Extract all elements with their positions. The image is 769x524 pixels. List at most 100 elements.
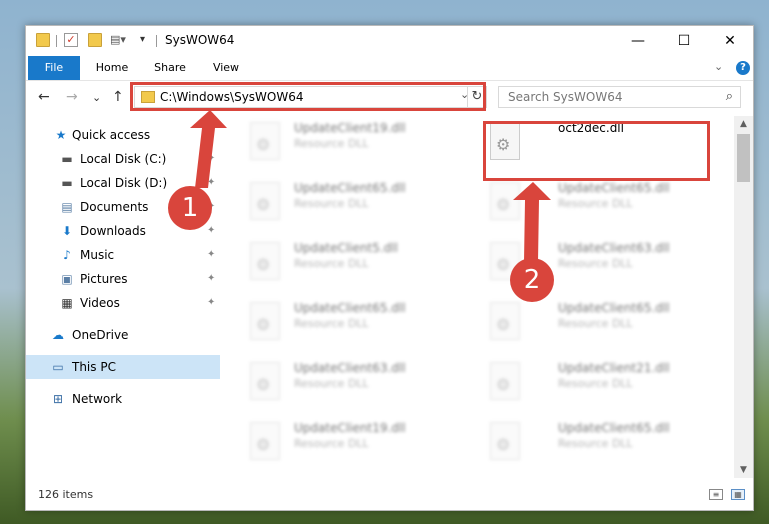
expand-ribbon-icon[interactable]: ⌄ <box>714 60 723 73</box>
help-icon[interactable]: ? <box>736 61 750 75</box>
sidebar-item-this-pc[interactable]: ▭ This PC <box>26 355 220 379</box>
file-type: Resource DLL <box>558 257 633 270</box>
maximize-button[interactable]: ☐ <box>661 26 707 56</box>
file-name: UpdateClient65.dll <box>558 181 670 195</box>
pin-icon[interactable]: ✦ <box>207 268 215 290</box>
download-icon: ⬇ <box>61 224 73 238</box>
file-name: UpdateClient65.dll <box>558 421 670 435</box>
sidebar-item-quick-access[interactable]: ★ Quick access <box>26 124 222 146</box>
scroll-down-icon[interactable]: ▼ <box>734 462 753 478</box>
search-placeholder: Search SysWOW64 <box>508 90 623 104</box>
divider <box>56 35 57 47</box>
dll-file-icon <box>250 242 280 280</box>
sidebar-item-label: Local Disk (D:) <box>80 176 168 190</box>
details-view-icon[interactable]: ≡ <box>709 489 723 500</box>
qat-dropdown-icon[interactable]: ▾ <box>140 33 154 47</box>
dll-file-icon <box>490 362 520 400</box>
file-item[interactable]: UpdateClient19.dll Resource DLL <box>246 418 466 474</box>
sidebar-item-network[interactable]: ⊞ Network <box>26 388 222 410</box>
scroll-up-icon[interactable]: ▲ <box>734 116 753 132</box>
dll-file-icon <box>250 422 280 460</box>
navigation-pane: ★ Quick access ▬ Local Disk (C:) ✦ ▬ Loc… <box>26 116 222 478</box>
close-button[interactable]: ✕ <box>707 26 753 56</box>
drive-icon: ▬ <box>61 176 73 190</box>
sidebar-item-onedrive[interactable]: ☁ OneDrive <box>26 324 222 346</box>
dll-file-icon <box>490 422 520 460</box>
file-type: Resource DLL <box>558 377 633 390</box>
sidebar-item-label: This PC <box>72 360 116 374</box>
sidebar-item-label: Videos <box>80 296 120 310</box>
file-item[interactable]: UpdateClient63.dll Resource DLL <box>246 358 466 414</box>
sidebar-item-label: Network <box>72 392 123 406</box>
new-folder-icon[interactable] <box>88 33 102 47</box>
file-item[interactable]: UpdateClient65.dll Resource DLL <box>486 178 706 234</box>
sidebar-item-videos[interactable]: ▦ Videos ✦ <box>26 292 222 314</box>
recent-locations-button[interactable]: ⌄ <box>92 91 101 104</box>
file-type: Resource DLL <box>558 197 633 210</box>
properties-icon[interactable]: ✓ <box>64 33 78 47</box>
back-button[interactable]: ← <box>38 89 50 105</box>
pictures-icon: ▣ <box>61 272 73 286</box>
file-name: UpdateClient63.dll <box>558 241 670 255</box>
forward-button[interactable]: → <box>66 89 78 105</box>
dll-file-icon <box>490 182 520 220</box>
tab-home[interactable]: Home <box>90 56 134 80</box>
tab-file[interactable]: File <box>28 56 80 80</box>
address-highlight-box <box>130 82 486 111</box>
vertical-scrollbar[interactable]: ▲ ▼ <box>734 116 753 478</box>
sidebar-item-label: OneDrive <box>72 328 129 342</box>
music-icon: ♪ <box>63 248 71 262</box>
file-name: UpdateClient65.dll <box>294 181 406 195</box>
sidebar-item-pictures[interactable]: ▣ Pictures ✦ <box>26 268 222 290</box>
step-marker-2: 2 <box>510 258 554 302</box>
file-type: Resource DLL <box>294 197 369 210</box>
file-item[interactable]: UpdateClient5.dll Resource DLL <box>246 238 466 294</box>
tab-share[interactable]: Share <box>148 56 192 80</box>
pin-icon[interactable]: ✦ <box>207 292 215 314</box>
file-name: UpdateClient21.dll <box>558 361 670 375</box>
file-name: UpdateClient19.dll <box>294 121 406 135</box>
folder-icon <box>36 33 50 47</box>
file-type: Resource DLL <box>558 437 633 450</box>
sidebar-item-music[interactable]: ♪ Music ✦ <box>26 244 222 266</box>
sidebar-item-label: Downloads <box>80 224 146 238</box>
customize-qat-icon[interactable]: ▤▾ <box>110 33 126 47</box>
dll-file-icon <box>250 182 280 220</box>
file-item[interactable]: UpdateClient21.dll Resource DLL <box>486 358 706 414</box>
network-icon: ⊞ <box>52 392 64 406</box>
tab-view[interactable]: View <box>204 56 248 80</box>
sidebar-item-label: Music <box>80 248 115 262</box>
pin-icon[interactable]: ✦ <box>207 148 215 170</box>
star-icon: ★ <box>55 128 67 142</box>
file-item[interactable]: UpdateClient65.dll Resource DLL <box>246 298 466 354</box>
file-type: Resource DLL <box>294 437 369 450</box>
pin-icon[interactable]: ✦ <box>207 244 215 266</box>
item-count: 126 items <box>38 488 94 501</box>
search-icon[interactable]: ⌕ <box>726 89 733 104</box>
divider <box>156 35 157 47</box>
videos-icon: ▦ <box>61 296 73 310</box>
dll-file-icon <box>490 302 520 340</box>
scroll-thumb[interactable] <box>737 134 750 182</box>
step-marker-1: 1 <box>168 186 212 230</box>
file-item[interactable]: UpdateClient65.dll Resource DLL <box>246 178 466 234</box>
dll-file-icon <box>250 362 280 400</box>
file-type: Resource DLL <box>294 137 369 150</box>
sidebar-item-local-disk-c[interactable]: ▬ Local Disk (C:) ✦ <box>26 148 222 170</box>
sidebar-item-label: Pictures <box>80 272 128 286</box>
minimize-button[interactable]: — <box>615 26 661 56</box>
pin-icon[interactable]: ✦ <box>207 220 215 242</box>
large-icons-view-icon[interactable]: ▦ <box>731 489 745 500</box>
computer-icon: ▭ <box>52 360 64 374</box>
search-input[interactable]: Search SysWOW64 ⌕ <box>498 86 741 108</box>
pin-icon[interactable]: ✦ <box>207 172 215 194</box>
status-bar: 126 items ≡ ▦ <box>26 484 753 506</box>
file-name: UpdateClient5.dll <box>294 241 398 255</box>
up-button[interactable]: ↑ <box>112 89 124 105</box>
file-item[interactable]: UpdateClient65.dll Resource DLL <box>486 298 706 354</box>
file-name: UpdateClient65.dll <box>558 301 670 315</box>
file-type: Resource DLL <box>294 257 369 270</box>
file-item[interactable]: UpdateClient19.dll Resource DLL <box>246 118 466 174</box>
file-item[interactable]: UpdateClient65.dll Resource DLL <box>486 418 706 474</box>
title-bar: ✓ ▤▾ ▾ SysWOW64 — ☐ ✕ <box>26 26 753 56</box>
